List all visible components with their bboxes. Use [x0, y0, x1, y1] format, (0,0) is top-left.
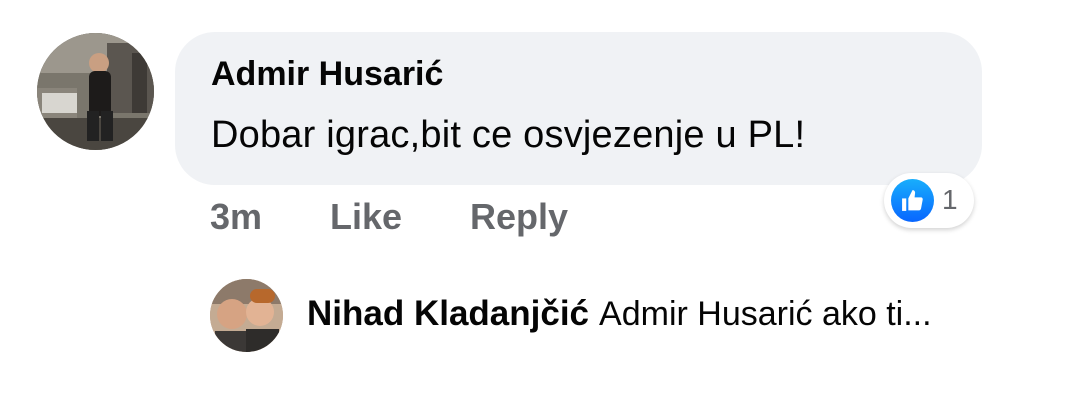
avatar[interactable] — [37, 33, 154, 150]
reply-avatar[interactable] — [210, 279, 283, 352]
reply-profile-photo — [210, 279, 283, 352]
reply-button[interactable]: Reply — [470, 196, 568, 238]
comment-text: Dobar igrac,bit ce osvjezenje u PL! — [211, 114, 806, 156]
thumbs-up-icon — [891, 179, 934, 222]
like-button[interactable]: Like — [330, 196, 402, 238]
reply-preview-row[interactable]: Nihad Kladanjčić Admir Husarić ako ti... — [307, 294, 932, 334]
reaction-count: 1 — [942, 184, 958, 215]
reply-preview-text: Admir Husarić ako ti... — [599, 295, 932, 333]
comment-timestamp[interactable]: 3m — [210, 196, 262, 238]
profile-photo — [37, 33, 154, 150]
reply-author[interactable]: Nihad Kladanjčić — [307, 294, 589, 333]
reaction-summary[interactable]: 1 — [884, 173, 974, 228]
comment-author[interactable]: Admir Husarić — [211, 55, 443, 94]
